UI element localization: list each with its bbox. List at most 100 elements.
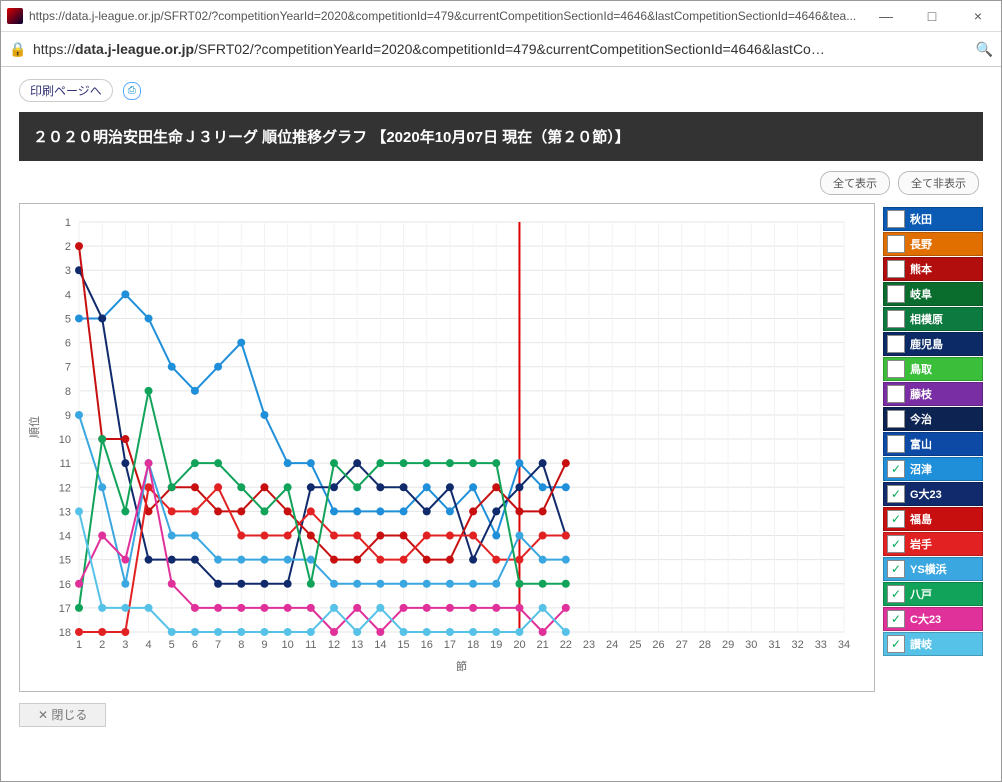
legend-checkbox[interactable]: ✓ (887, 610, 905, 628)
legend-checkbox[interactable] (887, 385, 905, 403)
svg-text:4: 4 (65, 289, 71, 301)
svg-text:10: 10 (59, 434, 71, 446)
svg-text:18: 18 (467, 639, 479, 651)
legend-item-鳥取[interactable]: 鳥取 (883, 357, 983, 381)
svg-text:6: 6 (65, 338, 71, 350)
legend-item-富山[interactable]: 富山 (883, 432, 983, 456)
legend-item-秋田[interactable]: 秋田 (883, 207, 983, 231)
legend-checkbox[interactable]: ✓ (887, 460, 905, 478)
svg-text:17: 17 (59, 603, 71, 615)
legend-checkbox[interactable]: ✓ (887, 560, 905, 578)
show-all-button[interactable]: 全て表示 (820, 171, 890, 195)
legend-item-藤枝[interactable]: 藤枝 (883, 382, 983, 406)
svg-text:3: 3 (122, 639, 128, 651)
print-page-link[interactable]: 印刷ページへ (19, 79, 113, 102)
svg-text:11: 11 (305, 639, 316, 651)
legend-checkbox[interactable] (887, 285, 905, 303)
svg-text:20: 20 (513, 639, 525, 651)
svg-text:30: 30 (745, 639, 757, 651)
legend-checkbox[interactable]: ✓ (887, 485, 905, 503)
svg-text:15: 15 (397, 639, 409, 651)
svg-text:3: 3 (65, 265, 71, 277)
legend-checkbox[interactable]: ✓ (887, 585, 905, 603)
svg-text:28: 28 (699, 639, 711, 651)
legend-label: C大23 (908, 611, 941, 627)
svg-text:節: 節 (456, 659, 467, 673)
legend-checkbox[interactable] (887, 410, 905, 428)
legend-item-YS横浜[interactable]: ✓YS横浜 (883, 557, 983, 581)
svg-text:2: 2 (99, 639, 105, 651)
window-maximize-button[interactable]: □ (909, 1, 955, 31)
legend-checkbox[interactable]: ✓ (887, 535, 905, 553)
svg-text:27: 27 (676, 639, 688, 651)
legend: 秋田長野熊本岐阜相模原鹿児島鳥取藤枝今治富山✓沼津✓G大23✓福島✓岩手✓YS横… (883, 203, 983, 692)
svg-text:32: 32 (792, 639, 804, 651)
rank-chart: 1234567891011121314151617181234567891011… (19, 203, 875, 692)
window-close-button[interactable]: × (955, 1, 1001, 31)
svg-text:6: 6 (192, 639, 198, 651)
legend-label: 沼津 (908, 461, 932, 477)
legend-label: 秋田 (908, 211, 932, 227)
search-icon[interactable]: 🔍 (976, 41, 993, 58)
svg-text:5: 5 (65, 313, 71, 325)
legend-checkbox[interactable]: ✓ (887, 635, 905, 653)
legend-label: 讃岐 (908, 636, 932, 652)
svg-text:11: 11 (60, 458, 71, 470)
svg-text:29: 29 (722, 639, 734, 651)
svg-text:9: 9 (261, 639, 267, 651)
legend-label: G大23 (908, 486, 942, 502)
legend-label: 相模原 (908, 311, 943, 327)
svg-text:14: 14 (374, 639, 386, 651)
legend-item-G大23[interactable]: ✓G大23 (883, 482, 983, 506)
legend-item-C大23[interactable]: ✓C大23 (883, 607, 983, 631)
legend-checkbox[interactable] (887, 435, 905, 453)
svg-text:順位: 順位 (27, 416, 41, 438)
legend-item-今治[interactable]: 今治 (883, 407, 983, 431)
legend-checkbox[interactable] (887, 310, 905, 328)
print-icon[interactable]: ⎙ (123, 82, 141, 100)
legend-item-沼津[interactable]: ✓沼津 (883, 457, 983, 481)
close-button[interactable]: ✕ 閉じる (19, 703, 106, 727)
svg-text:15: 15 (59, 555, 71, 567)
address-bar[interactable]: 🔒 https://data.j-league.or.jp/SFRT02/?co… (1, 32, 1001, 67)
favicon (7, 8, 23, 24)
legend-label: 長野 (908, 236, 932, 252)
svg-text:26: 26 (652, 639, 664, 651)
svg-text:31: 31 (768, 639, 780, 651)
legend-label: YS横浜 (908, 561, 947, 577)
legend-item-熊本[interactable]: 熊本 (883, 257, 983, 281)
hide-all-button[interactable]: 全て非表示 (898, 171, 979, 195)
legend-label: 熊本 (908, 261, 932, 277)
page-title: ２０２０明治安田生命Ｊ３リーグ 順位推移グラフ 【2020年10月07日 現在（… (19, 112, 983, 161)
legend-checkbox[interactable] (887, 210, 905, 228)
legend-item-岐阜[interactable]: 岐阜 (883, 282, 983, 306)
svg-text:2: 2 (65, 241, 71, 253)
svg-text:7: 7 (215, 639, 221, 651)
window-titlebar: https://data.j-league.or.jp/SFRT02/?comp… (1, 1, 1001, 32)
svg-text:4: 4 (145, 639, 151, 651)
svg-text:25: 25 (629, 639, 641, 651)
svg-text:17: 17 (444, 639, 456, 651)
svg-text:8: 8 (238, 639, 244, 651)
svg-text:13: 13 (59, 506, 71, 518)
legend-item-福島[interactable]: ✓福島 (883, 507, 983, 531)
legend-checkbox[interactable] (887, 235, 905, 253)
window-minimize-button[interactable]: — (863, 1, 909, 31)
legend-item-八戸[interactable]: ✓八戸 (883, 582, 983, 606)
legend-label: 鹿児島 (908, 336, 943, 352)
legend-item-岩手[interactable]: ✓岩手 (883, 532, 983, 556)
legend-checkbox[interactable]: ✓ (887, 510, 905, 528)
legend-label: 八戸 (908, 586, 932, 602)
svg-text:8: 8 (65, 386, 71, 398)
legend-item-讃岐[interactable]: ✓讃岐 (883, 632, 983, 656)
legend-label: 鳥取 (908, 361, 932, 377)
legend-checkbox[interactable] (887, 335, 905, 353)
legend-checkbox[interactable] (887, 260, 905, 278)
legend-item-相模原[interactable]: 相模原 (883, 307, 983, 331)
legend-checkbox[interactable] (887, 360, 905, 378)
svg-text:10: 10 (282, 639, 294, 651)
legend-item-長野[interactable]: 長野 (883, 232, 983, 256)
svg-text:14: 14 (59, 531, 71, 543)
legend-label: 富山 (908, 436, 932, 452)
legend-item-鹿児島[interactable]: 鹿児島 (883, 332, 983, 356)
